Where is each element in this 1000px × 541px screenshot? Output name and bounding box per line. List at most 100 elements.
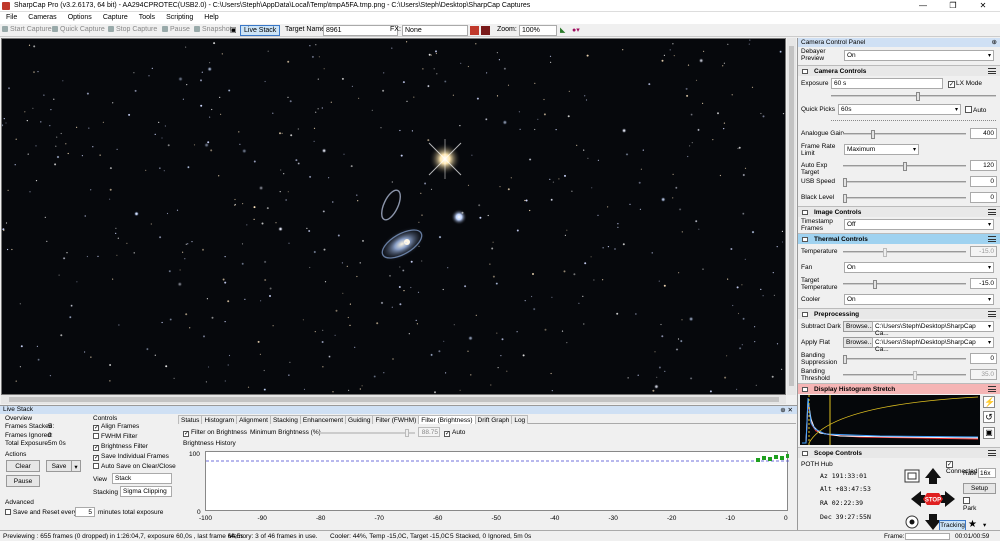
auto-checkbox[interactable]: Auto [965, 106, 986, 114]
pause-button[interactable]: Pause [6, 475, 40, 487]
auto-exp-value[interactable]: 120 [970, 160, 997, 171]
fx-select[interactable]: None [402, 25, 468, 36]
save-reset-checkbox[interactable]: Save and Reset every [5, 509, 77, 516]
menu-tools[interactable]: Tools [133, 12, 160, 21]
brightness-filter-checkbox[interactable]: ✓ Brightness Filter [93, 443, 148, 451]
magnifier-icon[interactable]: ●▾ [572, 26, 580, 34]
auto-save-checkbox[interactable]: Auto Save on Clear/Close [93, 463, 176, 470]
quick-picks-select[interactable]: 60s [838, 104, 961, 115]
panel-pin-close-icon[interactable]: ⊕ ✕ [780, 406, 793, 414]
histogram-plot[interactable] [800, 395, 980, 445]
east-arrow-icon[interactable] [941, 491, 955, 507]
collapse-icon[interactable] [802, 210, 808, 215]
section-thermal-controls[interactable]: Thermal Controls [798, 233, 1000, 244]
filter-on-brightness-checkbox[interactable]: ✓ Filter on Brightness [183, 429, 247, 437]
tab-guiding[interactable]: Guiding [345, 415, 374, 424]
menu-file[interactable]: File [0, 12, 22, 21]
target-name-input[interactable]: 8961 [323, 25, 398, 36]
stop-capture-button[interactable]: Stop Capture [108, 26, 157, 33]
film-icon[interactable]: ▣ [230, 26, 237, 34]
tab-histogram[interactable]: Histogram [201, 415, 238, 424]
tab-filter-fwhm[interactable]: Filter (FWHM) [372, 415, 420, 424]
dropdown-icon[interactable]: ▾ [983, 521, 986, 529]
tab-drift-graph[interactable]: Drift Graph [474, 415, 513, 424]
view-select[interactable]: Stack [112, 473, 172, 484]
lx-mode-checkbox[interactable]: ✓ LX Mode [948, 80, 982, 88]
save-dropdown-icon[interactable]: ▾ [71, 460, 81, 472]
frame-rate-select[interactable]: Maximum [844, 144, 919, 155]
target-temp-slider[interactable] [843, 280, 966, 289]
section-camera-controls[interactable]: Camera Controls [798, 65, 1000, 76]
exposure-input[interactable]: 60 s [831, 78, 943, 89]
target-temp-value[interactable]: -15.0 [970, 278, 997, 289]
menu-icon[interactable] [988, 209, 996, 215]
menu-cameras[interactable]: Cameras [22, 12, 61, 21]
live-stack-button[interactable]: Live Stack [240, 25, 281, 36]
gain-slider[interactable] [843, 130, 966, 139]
menu-options[interactable]: Options [62, 12, 97, 21]
min-brightness-slider[interactable] [320, 429, 415, 437]
color-swatch-icon[interactable] [470, 26, 479, 35]
align-frames-checkbox[interactable]: ✓ Align Frames [93, 423, 139, 431]
save-icon[interactable]: ▣ [983, 427, 995, 439]
reset-icon[interactable]: ↺ [983, 411, 995, 423]
timestamp-select[interactable]: Off [844, 219, 994, 230]
save-individual-checkbox[interactable]: ✓ Save Individual Frames [93, 453, 169, 461]
scroll-thumb[interactable] [9, 397, 779, 402]
park-checkbox[interactable]: Park [963, 497, 976, 512]
scroll-thumb[interactable] [789, 46, 794, 386]
clear-button[interactable]: Clear [6, 460, 40, 472]
west-arrow-icon[interactable] [911, 491, 925, 507]
menu-icon[interactable] [988, 386, 996, 392]
menu-scripting[interactable]: Scripting [160, 12, 198, 21]
minimize-button[interactable]: — [908, 0, 938, 12]
gain-value[interactable]: 400 [970, 128, 997, 139]
collapse-icon[interactable] [802, 387, 808, 392]
banding-suppression-value[interactable]: 0 [970, 353, 997, 364]
exposure-slider[interactable] [798, 92, 1000, 102]
collapse-icon[interactable] [802, 237, 808, 242]
black-level-value[interactable]: 0 [970, 192, 997, 203]
section-image-controls[interactable]: Image Controls [798, 206, 1000, 217]
pause-button[interactable]: Pause [162, 26, 190, 33]
reset-minutes-input[interactable]: 5 [75, 507, 95, 517]
snapshot-button[interactable]: Snapshot [194, 26, 232, 33]
usb-value[interactable]: 0 [970, 176, 997, 187]
brightness-history-graph[interactable] [205, 451, 790, 511]
collapse-icon[interactable] [802, 69, 808, 74]
cooler-select[interactable]: On [844, 294, 994, 305]
histogram-icon[interactable]: ◣ [560, 26, 565, 34]
banding-suppression-slider[interactable] [843, 355, 966, 364]
color-swatch-2-icon[interactable] [481, 26, 490, 35]
section-preprocessing[interactable]: Preprocessing [798, 308, 1000, 319]
tab-alignment[interactable]: Alignment [236, 415, 271, 424]
collapse-icon[interactable] [802, 312, 808, 317]
section-scope-controls[interactable]: Scope Controls [798, 447, 1000, 458]
save-button[interactable]: Save [46, 460, 72, 472]
tab-filter-brightness[interactable]: Filter (Brightness) [418, 415, 476, 424]
bolt-icon[interactable]: ⚡ [983, 396, 995, 408]
pin-icon[interactable]: ⊕ [992, 38, 997, 46]
menu-help[interactable]: Help [198, 12, 223, 21]
menu-icon[interactable] [988, 450, 996, 456]
tab-enhancement[interactable]: Enhancement [299, 415, 347, 424]
camera-image[interactable] [1, 38, 786, 395]
zoom-select[interactable]: 100% [519, 25, 557, 36]
start-capture-button[interactable]: Start Capture [2, 26, 52, 33]
tab-log[interactable]: Log [511, 415, 529, 424]
tab-status[interactable]: Status [178, 415, 203, 424]
debayer-select[interactable]: On [844, 50, 994, 61]
auto-exp-slider[interactable] [843, 162, 966, 171]
menu-icon[interactable] [988, 68, 996, 74]
usb-slider[interactable] [843, 178, 966, 187]
fan-select[interactable]: On [844, 262, 994, 273]
dark-path-select[interactable]: C:\Users\Steph\Desktop\SharpCap Ca... [872, 321, 994, 337]
close-button[interactable]: ✕ [968, 0, 998, 12]
section-histogram[interactable]: Display Histogram Stretch [798, 383, 1000, 394]
black-level-slider[interactable] [843, 194, 966, 203]
menu-icon[interactable] [988, 311, 996, 317]
auto-brightness-checkbox[interactable]: ✓ Auto [444, 429, 465, 437]
image-vertical-scrollbar[interactable] [787, 38, 796, 395]
collapse-icon[interactable] [802, 451, 808, 456]
quick-capture-button[interactable]: Quick Capture [52, 26, 105, 33]
